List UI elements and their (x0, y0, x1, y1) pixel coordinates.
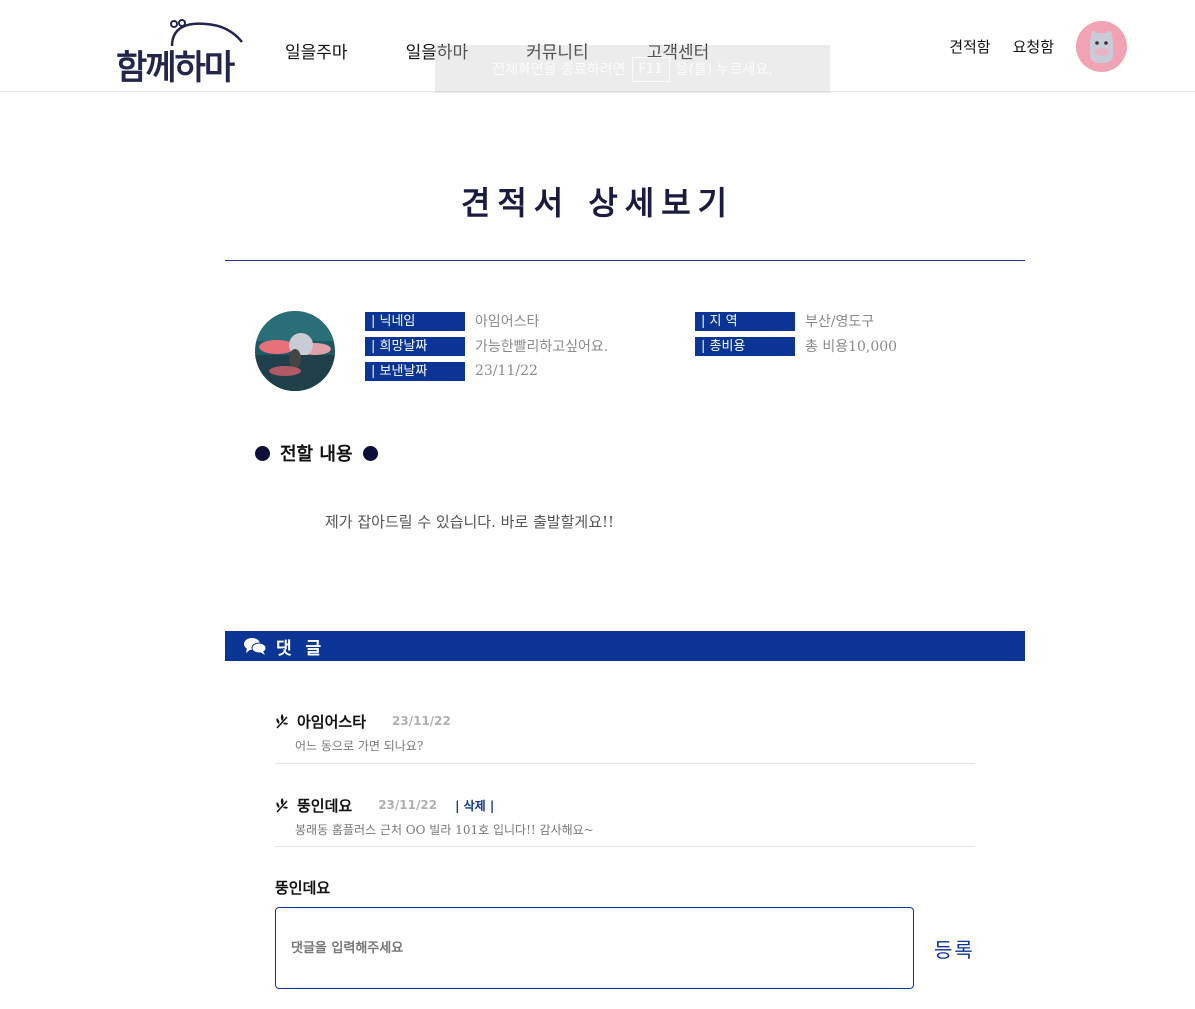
page-title: 견적서 상세보기 (460, 184, 735, 222)
nickname-label: | 닉네임 (365, 311, 465, 331)
cost-value: 총 비용10,000 (805, 339, 898, 355)
logo-text: 함께하마 (116, 48, 235, 88)
nav-item-give-work[interactable]: 일을주마 (285, 38, 348, 63)
info-cost: | 총비용 총 비용10,000 (695, 336, 897, 356)
comments-bar-label: 댓 글 (276, 638, 326, 659)
sender-profile-photo (255, 311, 335, 391)
logo[interactable]: 함께하마 (114, 18, 252, 88)
fullscreen-hint-before: 전체화면을 종료하려면 (492, 62, 626, 78)
site-header: 함께하마 일을주마 일을하마 커뮤니티 고객센터 전체화면을 종료하려면 F11… (0, 0, 1195, 93)
comment-header: 뚱인데요 23/11/22 | 삭제 | (275, 795, 975, 815)
fullscreen-hint-after: 을(를) 누르세요. (675, 62, 773, 78)
comment-author: 아임어스타 (297, 712, 367, 731)
leaf-icon (276, 714, 288, 729)
region-value: 부산/영도구 (805, 314, 875, 330)
message-heading-text: 전할 내용 (280, 444, 353, 465)
request-box-link[interactable]: 요청함 (1013, 36, 1054, 57)
comment-item: 아임어스타 23/11/22 어느 동으로 가면 되나요? (275, 711, 975, 764)
comment-item: 뚱인데요 23/11/22 | 삭제 | 봉래동 홈플러스 근처 OO 빌라 1… (275, 795, 975, 847)
hippo-avatar-icon (1090, 31, 1113, 63)
comment-date: 23/11/22 (378, 798, 438, 812)
comment-text: 봉래동 홈플러스 근처 OO 빌라 101호 입니다!! 감사해요~ (295, 823, 594, 837)
user-avatar[interactable] (1076, 21, 1127, 72)
fullscreen-hint-key: F11 (631, 56, 670, 82)
info-region: | 지 역 부산/영도구 (695, 311, 874, 331)
info-sent-date: | 보낸날짜 23/11/22 (365, 361, 538, 381)
message-heading: 전할 내용 (255, 440, 378, 466)
leaf-icon (276, 798, 288, 813)
comment-author: 뚱인데요 (297, 796, 353, 815)
message-text: 제가 잡아드릴 수 있습니다. 바로 출발할게요!! (325, 513, 615, 531)
sent-date-label: | 보낸날짜 (365, 361, 465, 381)
submit-comment-button[interactable]: 등록 (934, 934, 975, 963)
comment-text: 어느 동으로 가면 되나요? (295, 739, 424, 753)
comment-input[interactable] (275, 907, 914, 989)
wish-date-value: 가능한빨리하고싶어요. (475, 339, 609, 355)
title-divider (225, 260, 1025, 261)
cost-label: | 총비용 (695, 336, 795, 356)
comments-bar: 댓 글 (225, 631, 1025, 661)
comment-header: 아임어스타 23/11/22 (275, 711, 975, 731)
delete-comment-button[interactable]: | 삭제 | (455, 797, 494, 814)
info-wish-date: | 희망날짜 가능한빨리하고싶어요. (365, 336, 608, 356)
comment-writer-name: 뚱인데요 (275, 879, 331, 897)
bullet-dot-icon (362, 445, 378, 461)
wish-date-label: | 희망날짜 (365, 336, 465, 356)
region-label: | 지 역 (695, 311, 795, 331)
bullet-dot-icon (255, 445, 270, 461)
sent-date-value: 23/11/22 (475, 363, 538, 379)
nickname-value: 아임어스타 (475, 314, 540, 330)
info-nickname: | 닉네임 아임어스타 (365, 311, 539, 331)
header-user-area: 견적함 요청함 (949, 21, 1127, 72)
comments-icon (244, 638, 266, 655)
comment-date: 23/11/22 (392, 714, 451, 728)
fullscreen-hint: 전체화면을 종료하려면 F11 을(를) 누르세요. (435, 45, 830, 93)
quote-box-link[interactable]: 견적함 (949, 36, 990, 57)
